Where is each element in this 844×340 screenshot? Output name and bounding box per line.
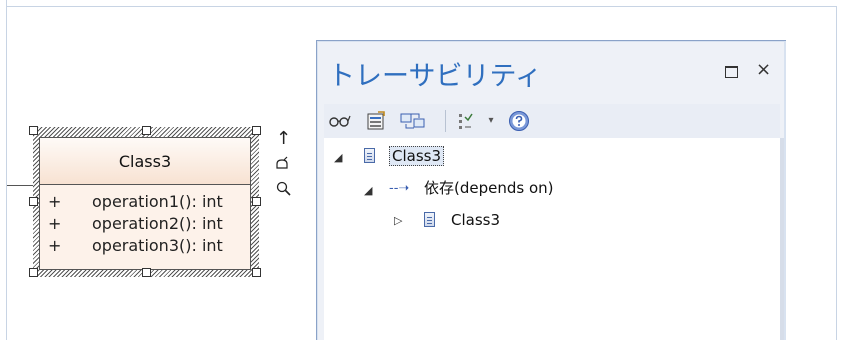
resize-handle-top-left[interactable]: [29, 126, 38, 135]
operation-visibility: +: [48, 236, 62, 255]
operation-row[interactable]: + operation3(): int: [40, 236, 250, 258]
expand-icon[interactable]: ▷: [394, 214, 402, 228]
close-icon[interactable]: ×: [756, 59, 771, 80]
magnifier-icon[interactable]: [276, 181, 292, 200]
canvas-top-border: [6, 6, 836, 7]
dropdown-icon[interactable]: ▾: [484, 108, 498, 134]
panel-title: トレーサビリティ: [328, 61, 542, 92]
dependency-arrow-icon: --➝: [389, 181, 410, 196]
resize-handle-top-right[interactable]: [252, 126, 261, 135]
class-element[interactable]: Class3 + operation1(): int + operation2(…: [39, 137, 251, 270]
operation-signature: operation1(): int: [92, 192, 223, 211]
help-icon[interactable]: [506, 108, 532, 134]
class-icon: [364, 148, 375, 163]
resize-handle-bottom-right[interactable]: [252, 268, 261, 277]
operation-visibility: +: [48, 214, 62, 233]
traceability-tree[interactable]: [324, 138, 780, 340]
tree-relation-label[interactable]: 依存(depends on): [424, 179, 554, 197]
class-name: Class3: [118, 152, 172, 171]
canvas-right-border: [836, 6, 837, 340]
bell-icon[interactable]: [274, 156, 290, 175]
operation-visibility: +: [48, 192, 62, 211]
resize-handle-bottom[interactable]: [142, 268, 151, 277]
glasses-icon[interactable]: [328, 108, 352, 134]
refresh-icon[interactable]: [398, 108, 428, 134]
tree-root-label[interactable]: Class3: [389, 146, 445, 166]
operation-row[interactable]: + operation1(): int: [40, 192, 250, 214]
toolbar-separator: [445, 110, 446, 132]
resize-handle-right[interactable]: [252, 197, 261, 206]
tree-scroll-edge: [780, 138, 784, 340]
class-icon: [424, 212, 435, 227]
resize-handle-bottom-left[interactable]: [29, 268, 38, 277]
filter-icon[interactable]: [456, 108, 476, 134]
resize-handle-top[interactable]: [142, 126, 151, 135]
operation-signature: operation3(): int: [92, 236, 223, 255]
restore-window-icon[interactable]: [725, 66, 738, 78]
canvas-left-border: [6, 0, 7, 340]
properties-icon[interactable]: [364, 108, 388, 134]
panel-toolbar: [324, 104, 780, 138]
collapse-icon[interactable]: ◢: [364, 184, 372, 198]
operation-row[interactable]: + operation2(): int: [40, 214, 250, 236]
resize-handle-left[interactable]: [29, 197, 38, 206]
tree-child-label[interactable]: Class3: [451, 211, 500, 229]
collapse-icon[interactable]: ◢: [334, 151, 342, 165]
operation-signature: operation2(): int: [92, 214, 223, 233]
arrow-up-icon[interactable]: ↑: [276, 130, 291, 148]
class-header: Class3: [40, 138, 250, 185]
